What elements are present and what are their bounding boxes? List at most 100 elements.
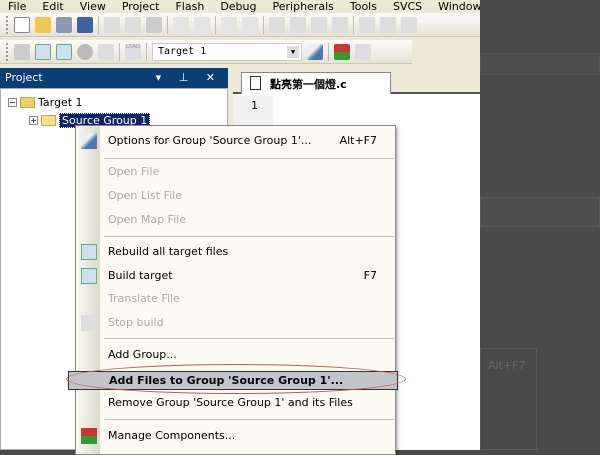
- build-toolbar: LOAD Target 1 ▼: [0, 40, 412, 64]
- menu-item-rebuild[interactable]: Rebuild all target files: [76, 241, 395, 263]
- menu-item-label: Rebuild all target files: [108, 245, 229, 258]
- components-icon: [81, 428, 97, 444]
- menu-item-label: Add Files to Group 'Source Group 1'...: [109, 374, 344, 387]
- chevron-down-icon[interactable]: ▼: [287, 45, 299, 58]
- project-panel-header: Project ▾ ⊥ ✕: [0, 68, 228, 88]
- folder-icon: [41, 115, 56, 126]
- menu-item-label: Remove Group 'Source Group 1' and its Fi…: [108, 396, 353, 409]
- panel-controls[interactable]: ▾ ⊥ ✕: [156, 71, 222, 84]
- redo-icon[interactable]: [194, 16, 210, 33]
- paste-icon[interactable]: [146, 16, 162, 33]
- translate-icon[interactable]: [14, 43, 30, 60]
- menu-item-build-target[interactable]: Build target F7: [76, 265, 395, 287]
- menu-item-add-group[interactable]: Add Group...: [76, 344, 395, 366]
- batch-build-icon[interactable]: [77, 43, 93, 60]
- menu-item-label: Open List File: [108, 189, 183, 202]
- bookmark-icon[interactable]: [269, 16, 285, 33]
- menu-peripherals[interactable]: Peripherals: [265, 0, 342, 13]
- menu-item-open-list-file[interactable]: Open List File: [76, 185, 395, 207]
- menu-separator: [104, 158, 394, 159]
- environment-icon[interactable]: [355, 43, 371, 60]
- line-number: 1: [251, 99, 258, 112]
- magic-wand-icon[interactable]: [307, 43, 323, 60]
- undo-icon[interactable]: [173, 16, 189, 33]
- divider: [98, 15, 99, 34]
- build-icon: [81, 268, 97, 284]
- menu-item-options-for-group[interactable]: Options for Group 'Source Group 1'... Alt…: [76, 130, 395, 152]
- target-select[interactable]: Target 1 ▼: [152, 42, 302, 61]
- menu-project[interactable]: Project: [114, 0, 168, 13]
- menu-item-stop-build[interactable]: Stop build: [76, 312, 395, 334]
- menu-item-label: Build target: [108, 269, 173, 282]
- tree-node-label: Target 1: [38, 96, 83, 109]
- menu-separator: [104, 236, 394, 237]
- unindent-icon[interactable]: [380, 16, 396, 33]
- menu-item-add-files-to-group[interactable]: Add Files to Group 'Source Group 1'...: [68, 371, 398, 390]
- open-folder-icon[interactable]: [35, 16, 51, 33]
- tab-label: 點亮第一個燈.c: [270, 78, 347, 91]
- menu-item-label: Stop build: [108, 316, 164, 329]
- toolbar-grip[interactable]: [6, 15, 9, 34]
- nav-back-icon[interactable]: [221, 16, 237, 33]
- comment-icon[interactable]: [401, 16, 417, 33]
- copy-icon[interactable]: [125, 16, 141, 33]
- divider: [119, 42, 120, 61]
- target-folder-icon: [20, 97, 35, 108]
- menu-item-label: Translate File: [108, 292, 180, 305]
- load-icon[interactable]: LOAD: [125, 43, 141, 60]
- save-all-icon[interactable]: [77, 16, 93, 33]
- file-toolbar: [0, 13, 480, 37]
- bookmark-next-icon[interactable]: [311, 16, 327, 33]
- editor-tabs: 點亮第一個燈.c: [233, 68, 480, 94]
- file-icon: [250, 76, 261, 90]
- menu-tools[interactable]: Tools: [342, 0, 385, 13]
- background-menu-ghost: Alt+F7: [480, 348, 537, 450]
- divider: [167, 15, 168, 34]
- menu-file[interactable]: File: [0, 0, 34, 13]
- project-panel-title: Project: [5, 71, 43, 84]
- menu-item-manage-components[interactable]: Manage Components...: [76, 425, 395, 447]
- menu-window[interactable]: Window: [430, 0, 480, 13]
- menu-item-open-map-file[interactable]: Open Map File: [76, 209, 395, 231]
- menu-debug[interactable]: Debug: [212, 0, 264, 13]
- menu-edit[interactable]: Edit: [34, 0, 71, 13]
- menu-item-label: Options for Group 'Source Group 1'...: [108, 134, 312, 147]
- new-file-icon[interactable]: [14, 16, 30, 33]
- menu-flash[interactable]: Flash: [167, 0, 212, 13]
- menu-view[interactable]: View: [72, 0, 114, 13]
- menu-item-label: Open File: [108, 165, 160, 178]
- collapse-icon[interactable]: −: [8, 98, 17, 107]
- target-select-value: Target 1: [158, 45, 207, 57]
- menu-item-shortcut: F7: [363, 269, 377, 282]
- divider: [215, 15, 216, 34]
- divider: [146, 42, 147, 61]
- divider: [263, 15, 264, 34]
- menu-item-shortcut: Alt+F7: [339, 134, 377, 147]
- expand-icon[interactable]: +: [29, 116, 38, 125]
- rebuild-icon: [81, 244, 97, 260]
- menu-item-label: Add Group...: [108, 348, 177, 361]
- stop-build-icon[interactable]: [98, 43, 114, 60]
- bookmark-prev-icon[interactable]: [290, 16, 306, 33]
- menu-item-translate-file[interactable]: Translate File: [76, 288, 395, 310]
- stop-build-icon: [81, 315, 97, 331]
- tab-source-file[interactable]: 點亮第一個燈.c: [241, 72, 391, 94]
- nav-forward-icon[interactable]: [242, 16, 258, 33]
- menu-item-label: Open Map File: [108, 213, 186, 226]
- cut-icon[interactable]: [104, 16, 120, 33]
- build-icon[interactable]: [35, 43, 51, 60]
- menu-separator: [104, 338, 394, 339]
- menu-item-remove-group[interactable]: Remove Group 'Source Group 1' and its Fi…: [76, 392, 395, 414]
- toolbar-grip[interactable]: [6, 42, 9, 61]
- menu-item-open-file[interactable]: Open File: [76, 161, 395, 183]
- menu-svcs[interactable]: SVCS: [385, 0, 430, 13]
- bookmark-clear-icon[interactable]: [332, 16, 348, 33]
- indent-icon[interactable]: [359, 16, 375, 33]
- components-icon[interactable]: [334, 43, 350, 60]
- tree-node-target[interactable]: − Target 1: [8, 96, 83, 109]
- magic-wand-icon: [81, 133, 97, 149]
- rebuild-icon[interactable]: [56, 43, 72, 60]
- background-panel: [480, 197, 600, 227]
- save-icon[interactable]: [56, 16, 72, 33]
- background-panel: [480, 53, 600, 75]
